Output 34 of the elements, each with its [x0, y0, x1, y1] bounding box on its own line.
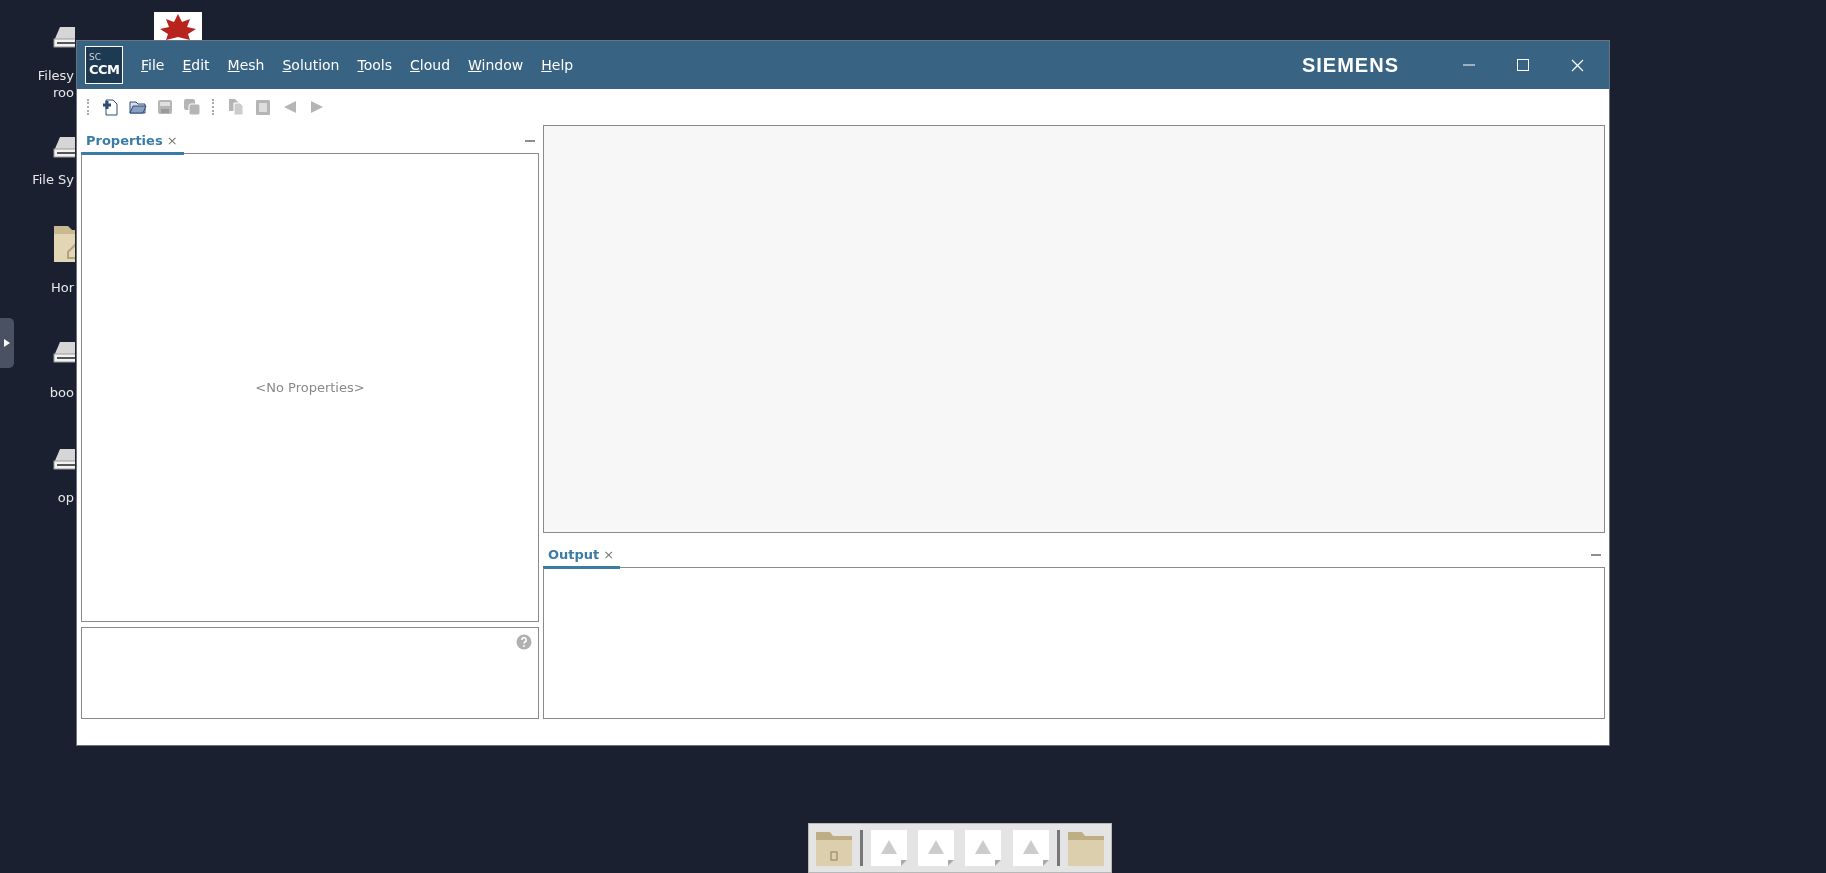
- folder-icon: [129, 99, 147, 115]
- menu-item[interactable]: Solution: [276, 53, 346, 77]
- menu-item[interactable]: Window: [462, 53, 530, 77]
- app-logo: SC CCM: [85, 46, 123, 84]
- save-all-icon: [183, 98, 201, 116]
- properties-tab[interactable]: Properties ×: [81, 133, 184, 155]
- desktop-icon-label: boo: [49, 385, 74, 401]
- menu-item[interactable]: Mesh: [221, 53, 271, 77]
- side-panel-handle[interactable]: [0, 318, 14, 368]
- maximize-icon[interactable]: [1517, 59, 1529, 71]
- empty-properties-text: <No Properties>: [255, 380, 365, 395]
- menu-item[interactable]: Help: [535, 53, 580, 77]
- clipboard-icon: [255, 98, 271, 116]
- minimize-icon[interactable]: [524, 139, 536, 143]
- menu-item[interactable]: Cloud: [404, 53, 456, 77]
- minimize-icon[interactable]: [1590, 553, 1602, 557]
- desktop-icon-label: roo: [53, 85, 74, 101]
- desktop-icon-label: Filesy: [37, 68, 74, 84]
- brand-logo: SIEMENS: [1301, 53, 1399, 77]
- desktop-icon-label: File Sy: [32, 172, 74, 188]
- desktop-icon-label: op: [57, 490, 74, 506]
- desktop-icon-label: Hor: [50, 280, 74, 296]
- output-tab[interactable]: Output ×: [543, 547, 621, 569]
- maple-leaf-icon[interactable]: [154, 12, 202, 40]
- new-file-icon: [102, 98, 120, 116]
- menu-item[interactable]: Tools: [351, 53, 398, 77]
- menu-item[interactable]: File: [135, 53, 171, 77]
- help-icon[interactable]: [516, 634, 532, 650]
- close-icon[interactable]: [1570, 58, 1584, 72]
- save-icon: [157, 99, 173, 115]
- copy-icon: [227, 98, 245, 116]
- menu-item[interactable]: Edit: [176, 53, 216, 77]
- forward-arrow-icon: [309, 99, 325, 115]
- back-arrow-icon: [282, 99, 298, 115]
